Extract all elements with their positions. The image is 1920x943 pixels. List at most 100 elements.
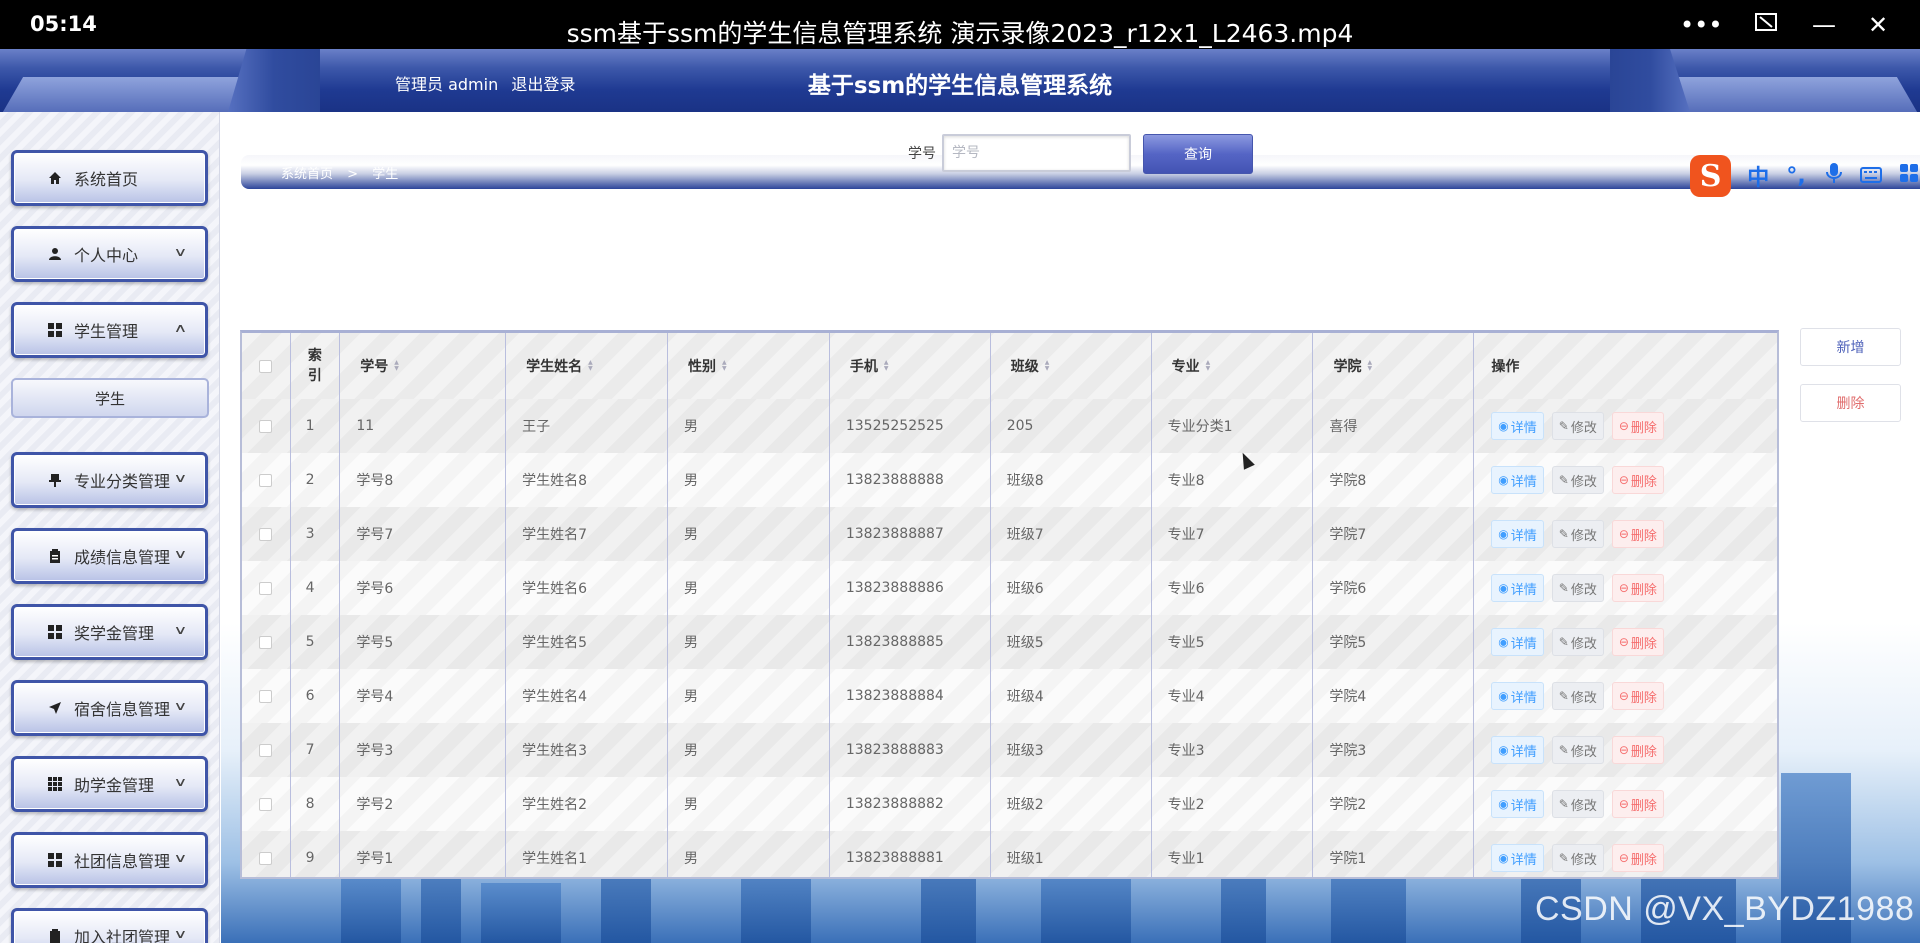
more-icon[interactable]: ••• (1680, 12, 1722, 38)
ime-language-toggle[interactable]: 中 (1747, 160, 1769, 192)
sidebar-item-personal-center[interactable]: 个人中心 ∨ (11, 226, 208, 282)
row-checkbox[interactable] (259, 581, 273, 595)
column-header-gender[interactable]: 性别 ▲ ▼ (668, 333, 830, 399)
delete-button[interactable]: ⊖ 删除 (1611, 520, 1664, 548)
detail-button[interactable]: ◉ 详情 (1491, 466, 1544, 494)
sort-icon[interactable]: ▲ ▼ (884, 360, 889, 372)
sidebar-subitem-student[interactable]: 学生 (11, 378, 209, 418)
detail-button[interactable]: ◉ 详情 (1491, 628, 1544, 656)
pip-icon[interactable] (1748, 12, 1784, 39)
row-index: 8 (291, 777, 341, 831)
sort-icon[interactable]: ▲ ▼ (1206, 360, 1211, 372)
column-header-student-name[interactable]: 学生姓名 ▲ ▼ (506, 333, 668, 399)
query-button[interactable]: 查询 (1143, 134, 1253, 174)
edit-button[interactable]: ✎ 修改 (1551, 682, 1604, 710)
batch-delete-button[interactable]: 删除 (1800, 384, 1901, 422)
row-operations: ◉ 详情 ✎ 修改 ⊖ 删除 (1474, 615, 1777, 669)
sidebar-item-dormitory[interactable]: 宿舍信息管理 ∨ (11, 680, 208, 736)
detail-button[interactable]: ◉ 详情 (1491, 412, 1544, 440)
sidebar-item-club-info[interactable]: 社团信息管理 ∨ (11, 832, 208, 888)
row-checkbox[interactable] (259, 689, 273, 703)
sidebar-item-join-club[interactable]: 加入社团管理 ∨ (11, 908, 208, 943)
sort-icon[interactable]: ▲ ▼ (394, 360, 399, 372)
column-header-class[interactable]: 班级 ▲ ▼ (991, 333, 1152, 399)
chevron-down-icon: ∨ (173, 775, 188, 789)
detail-button[interactable]: ◉ 详情 (1491, 790, 1544, 818)
edit-button[interactable]: ✎ 修改 (1551, 736, 1604, 764)
breadcrumb-current: 学生 (372, 167, 399, 182)
delete-button[interactable]: ⊖ 删除 (1611, 628, 1664, 656)
sogou-logo-icon[interactable]: S (1690, 155, 1732, 197)
delete-button[interactable]: ⊖ 删除 (1611, 412, 1664, 440)
detail-button[interactable]: ◉ 详情 (1491, 682, 1544, 710)
edit-label: 修改 (1570, 852, 1597, 868)
delete-button[interactable]: ⊖ 删除 (1611, 736, 1664, 764)
cell-student-id: 学号1 (340, 831, 507, 877)
delete-label: 删除 (1630, 690, 1657, 706)
detail-button[interactable]: ◉ 详情 (1491, 736, 1544, 764)
delete-button[interactable]: ⊖ 删除 (1611, 682, 1664, 710)
edit-button[interactable]: ✎ 修改 (1551, 790, 1604, 818)
row-checkbox[interactable] (259, 743, 273, 757)
edit-button[interactable]: ✎ 修改 (1551, 466, 1604, 494)
select-all-checkbox[interactable] (259, 359, 273, 373)
delete-button[interactable]: ⊖ 删除 (1611, 574, 1664, 602)
column-header-college[interactable]: 学院 ▲ ▼ (1313, 333, 1475, 399)
detail-button[interactable]: ◉ 详情 (1491, 844, 1544, 872)
ime-punctuation-toggle[interactable]: °, (1785, 164, 1807, 189)
edit-button[interactable]: ✎ 修改 (1551, 844, 1604, 872)
add-button[interactable]: 新增 (1800, 328, 1901, 366)
row-checkbox[interactable] (259, 419, 273, 433)
minimize-icon[interactable]: — (1806, 12, 1842, 38)
sidebar-item-major-category[interactable]: 专业分类管理 ∨ (11, 452, 208, 508)
cell-college: 学院6 (1313, 561, 1475, 615)
detail-label: 详情 (1510, 690, 1537, 706)
row-checkbox[interactable] (259, 473, 273, 487)
column-header-student-id[interactable]: 学号 ▲ ▼ (340, 333, 507, 399)
row-operations: ◉ 详情 ✎ 修改 ⊖ 删除 (1474, 453, 1777, 507)
minus-circle-icon: ⊖ (1618, 581, 1629, 595)
delete-button[interactable]: ⊖ 删除 (1611, 844, 1664, 872)
select-all-cell (242, 333, 291, 399)
cell-gender: 男 (668, 453, 830, 507)
edit-button[interactable]: ✎ 修改 (1551, 412, 1604, 440)
row-checkbox[interactable] (259, 635, 273, 649)
sort-icon[interactable]: ▲ ▼ (1367, 360, 1372, 372)
row-select-cell (242, 831, 291, 877)
detail-button[interactable]: ◉ 详情 (1491, 520, 1544, 548)
sort-icon[interactable]: ▲ ▼ (588, 360, 593, 372)
sort-icon[interactable]: ▲ ▼ (722, 360, 727, 372)
cell-class: 班级3 (991, 723, 1152, 777)
keyboard-icon[interactable] (1860, 164, 1883, 189)
cell-student-name: 王子 (506, 399, 669, 453)
sidebar-item-grant[interactable]: 助学金管理 ∨ (11, 756, 208, 812)
sidebar-item-score-info[interactable]: 成绩信息管理 ∨ (11, 528, 208, 584)
eye-icon: ◉ (1498, 581, 1509, 595)
row-operations: ◉ 详情 ✎ 修改 ⊖ 删除 (1474, 723, 1777, 777)
microphone-icon[interactable] (1823, 162, 1845, 190)
edit-button[interactable]: ✎ 修改 (1551, 520, 1604, 548)
delete-button[interactable]: ⊖ 删除 (1611, 790, 1664, 818)
edit-button[interactable]: ✎ 修改 (1551, 628, 1604, 656)
breadcrumb-home[interactable]: 系统首页 (281, 167, 333, 182)
sort-icon[interactable]: ▲ ▼ (1045, 360, 1050, 372)
delete-button[interactable]: ⊖ 删除 (1611, 466, 1664, 494)
apps-grid-icon[interactable] (1898, 163, 1920, 189)
row-checkbox[interactable] (259, 797, 273, 811)
row-checkbox[interactable] (259, 851, 273, 865)
table-row: 5 学号5 学生姓名5 男 13823888885 班级5 专业5 学院5 ◉ 详情 ✎ 修改 ⊖ 删除 (242, 615, 1777, 669)
sidebar-item-scholarship[interactable]: 奖学金管理 ∨ (11, 604, 208, 660)
detail-button[interactable]: ◉ 详情 (1491, 574, 1544, 602)
student-id-search-input[interactable] (942, 134, 1131, 172)
column-header-phone[interactable]: 手机 ▲ ▼ (830, 333, 991, 399)
detail-label: 详情 (1510, 420, 1537, 436)
row-checkbox[interactable] (259, 527, 273, 541)
minus-circle-icon: ⊖ (1618, 527, 1629, 541)
sidebar-item-home[interactable]: 系统首页 (11, 150, 208, 206)
sidebar-item-student-management[interactable]: 学生管理 ∧ (11, 302, 208, 358)
column-header-major[interactable]: 专业 ▲ ▼ (1152, 333, 1314, 399)
index-header-line1: 索 (307, 348, 322, 364)
edit-button[interactable]: ✎ 修改 (1551, 574, 1604, 602)
cell-college: 学院8 (1313, 453, 1475, 507)
close-icon[interactable]: ✕ (1860, 12, 1896, 38)
